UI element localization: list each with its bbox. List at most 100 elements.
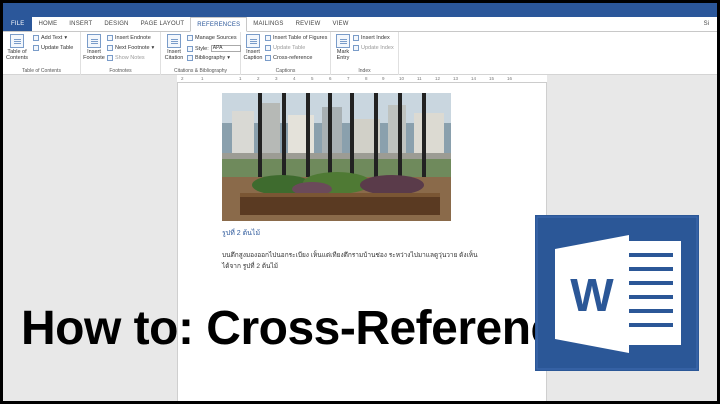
balcony-photo [222, 93, 451, 221]
table-of-contents-button[interactable]: Table of Contents [5, 34, 29, 61]
update-table-figures-icon [265, 45, 271, 51]
ruler-mark: 8 [365, 76, 368, 81]
bibliography-icon [187, 55, 193, 61]
ruler-mark: 15 [489, 76, 495, 81]
group-label-captions: Captions [275, 68, 296, 74]
update-table-icon [33, 45, 39, 51]
update-table-figures-button[interactable]: Update Table [265, 45, 305, 51]
insert-citation-label: Insert Citation [164, 49, 184, 61]
cross-reference-icon [265, 55, 271, 61]
ruler-mark: 14 [471, 76, 477, 81]
document-image[interactable] [222, 93, 451, 221]
tab-design[interactable]: DESIGN [98, 17, 134, 31]
tab-file[interactable]: FILE [3, 17, 33, 31]
insert-endnote-label: Insert Endnote [115, 35, 151, 41]
tab-review[interactable]: REVIEW [290, 17, 327, 31]
insert-footnote-button[interactable]: Insert Footnote [83, 34, 105, 61]
insert-index-button[interactable]: Insert Index [353, 35, 390, 41]
show-notes-label: Show Notes [115, 55, 145, 61]
manage-sources-icon [187, 35, 193, 41]
insert-caption-button[interactable]: Insert Caption [243, 34, 263, 61]
sign-in-link[interactable]: Si [704, 21, 709, 27]
toc-icon [10, 34, 24, 48]
tab-references[interactable]: REFERENCES [190, 17, 248, 32]
cross-reference-button[interactable]: Cross-reference [265, 55, 312, 61]
horizontal-ruler[interactable]: 2 1 1 2 3 4 5 6 7 8 9 10 11 12 13 14 15 … [177, 75, 547, 83]
group-index: Mark Entry Insert Index Update Index Ind… [331, 32, 399, 75]
insert-index-label: Insert Index [361, 35, 390, 41]
mark-entry-button[interactable]: Mark Entry [333, 34, 353, 61]
insert-footnote-label: Insert Footnote [83, 49, 105, 61]
app-window: FILE HOME INSERT DESIGN PAGE LAYOUT REFE… [3, 3, 717, 401]
bibliography-label: Bibliography [195, 55, 226, 61]
next-footnote-button[interactable]: Next Footnote ▾ [107, 45, 154, 51]
ruler-mark: 6 [329, 76, 332, 81]
update-table-label: Update Table [41, 45, 74, 51]
tab-page-layout[interactable]: PAGE LAYOUT [135, 17, 191, 31]
body-paragraph: บนตึกสูงมองออกไปนอกระเบียง เห็นแต่เทียงต… [222, 250, 512, 272]
tab-home[interactable]: HOME [32, 17, 63, 31]
tab-insert[interactable]: INSERT [63, 17, 98, 31]
video-title-overlay: How to: Cross-Reference [21, 302, 583, 355]
ruler-mark: 1 [239, 76, 242, 81]
update-table-figures-label: Update Table [273, 45, 306, 51]
tab-mailings[interactable]: MAILINGS [247, 17, 289, 31]
ruler-mark: 7 [347, 76, 350, 81]
group-captions: Insert Caption Insert Table of Figures U… [241, 32, 331, 75]
next-footnote-icon [107, 45, 113, 51]
mark-entry-label: Mark Entry [336, 49, 350, 61]
group-footnotes: Insert Footnote Insert Endnote Next Foot… [81, 32, 161, 75]
add-text-button[interactable]: Add Text ▾ [33, 35, 67, 41]
ribbon: Table of Contents Add Text ▾ Update Tabl… [3, 32, 717, 75]
update-table-button[interactable]: Update Table [33, 45, 73, 51]
ruler-mark: 11 [417, 76, 422, 81]
ruler-mark: 2 [257, 76, 260, 81]
endnote-icon [107, 35, 113, 41]
figure-caption: รูปที่ 2 ต้นไม้ [222, 230, 261, 237]
style-label: Style: [195, 45, 209, 52]
chevron-down-icon: ▾ [227, 55, 231, 61]
bibliography-button[interactable]: Bibliography ▾ [187, 55, 230, 61]
word-logo-letter: W [570, 269, 614, 321]
ruler-mark: 2 [181, 76, 184, 81]
title-bar [3, 3, 717, 17]
manage-sources-button[interactable]: Manage Sources [187, 35, 237, 41]
word-logo-icon: W [535, 215, 699, 371]
table-of-figures-icon [265, 35, 271, 41]
next-footnote-label: Next Footnote [115, 45, 150, 51]
cross-reference-label: Cross-reference [273, 55, 313, 61]
footnote-icon [87, 34, 101, 48]
insert-endnote-button[interactable]: Insert Endnote [107, 35, 151, 41]
style-icon [187, 45, 193, 52]
paragraph-line: ได้จาก รูปที่ 2 ต้นไม้ [222, 263, 279, 270]
style-selector[interactable]: Style: APA [187, 45, 241, 52]
update-index-icon [353, 45, 359, 51]
group-label-citations: Citations & Bibliography [173, 68, 228, 74]
show-notes-button[interactable]: Show Notes [107, 55, 145, 61]
insert-table-of-figures-button[interactable]: Insert Table of Figures [265, 35, 327, 41]
update-index-button[interactable]: Update Index [353, 45, 394, 51]
toc-button-label: Table of Contents [5, 49, 28, 61]
group-citations: Insert Citation Manage Sources Style: AP… [161, 32, 241, 75]
ruler-mark: 5 [311, 76, 314, 81]
insert-caption-label: Insert Caption [243, 49, 263, 61]
insert-citation-button[interactable]: Insert Citation [163, 34, 185, 61]
add-text-icon [33, 35, 39, 41]
style-dropdown[interactable]: APA [210, 45, 241, 52]
group-label-index: Index [358, 68, 371, 74]
ruler-mark: 3 [275, 76, 278, 81]
citation-icon [167, 34, 181, 48]
ruler-mark: 1 [201, 76, 204, 81]
ruler-mark: 9 [382, 76, 385, 81]
ruler-mark: 4 [293, 76, 296, 81]
chevron-down-icon: ▾ [151, 45, 155, 51]
chevron-down-icon: ▾ [64, 35, 68, 41]
group-table-of-contents: Table of Contents Add Text ▾ Update Tabl… [3, 32, 81, 75]
group-label-footnotes: Footnotes [109, 68, 132, 74]
tab-view[interactable]: VIEW [326, 17, 354, 31]
ruler-mark: 16 [507, 76, 513, 81]
ruler-mark: 12 [435, 76, 441, 81]
paragraph-line: บนตึกสูงมองออกไปนอกระเบียง เห็นแต่เทียงต… [222, 252, 478, 259]
add-text-label: Add Text [41, 35, 63, 41]
ruler-mark: 13 [453, 76, 459, 81]
